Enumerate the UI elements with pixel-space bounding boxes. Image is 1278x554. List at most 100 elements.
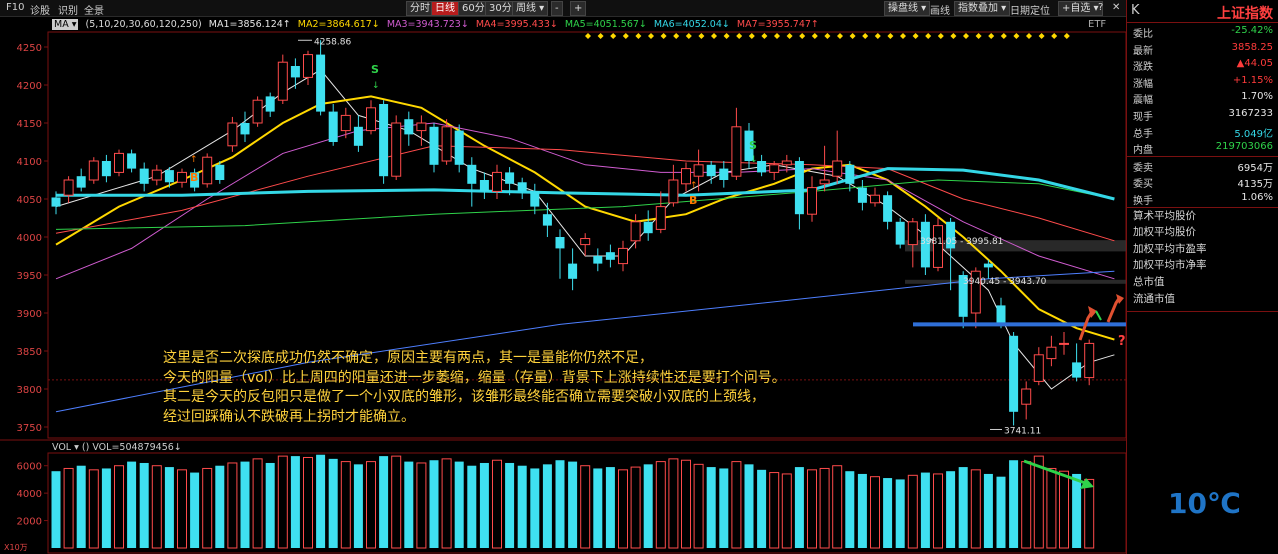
- volume-bar: [517, 465, 527, 548]
- quote-label: 现手: [1133, 111, 1153, 123]
- candle-body: [593, 256, 603, 264]
- volume-bar: [177, 469, 187, 549]
- candle-body: [857, 187, 867, 203]
- note-line: 今天的阳量（vol）比上周四的阳量还进一步萎缩，缩量（存量）背景下上涨持续性还是…: [163, 369, 786, 386]
- down-arrow-icon: [1095, 310, 1102, 321]
- volume-bar: [1059, 470, 1069, 549]
- signal-diamond: [698, 33, 705, 39]
- candle-body: [340, 114, 351, 132]
- volume-bar: [441, 458, 452, 549]
- volume-bar: [429, 460, 439, 548]
- metric-link[interactable]: 算术平均股价: [1127, 208, 1278, 225]
- candle-body: [580, 238, 591, 246]
- price-axis-label: 3900: [17, 309, 42, 320]
- signal-diamond: [673, 33, 680, 39]
- metric-links: 算术平均股价 加权平均股价 加权平均市盈率 加权平均市净率 总市值 流通市值: [1127, 208, 1278, 308]
- volume-bar: [101, 468, 111, 548]
- buy-signal-mark: B: [689, 194, 697, 207]
- candle-body: [781, 160, 792, 166]
- candle-body: [479, 180, 489, 192]
- metric-link[interactable]: 加权平均市盈率: [1127, 241, 1278, 258]
- price-axis-label: 3950: [17, 271, 42, 282]
- volume-bar: [946, 471, 956, 548]
- volume-bar: [328, 458, 338, 548]
- volume-bar: [794, 467, 804, 548]
- high-price-label: 4258.86: [314, 37, 351, 47]
- candle-body: [429, 126, 439, 165]
- signal-diamond: [887, 33, 894, 39]
- candle-body: [794, 161, 804, 215]
- volume-bar: [190, 472, 200, 548]
- volume-bar: [479, 462, 489, 548]
- volume-bar: [870, 476, 880, 549]
- candle-body: [379, 104, 389, 177]
- candle-body: [719, 168, 729, 180]
- quote-value: ▲44.05: [1236, 58, 1273, 70]
- sell-signal-mark: S: [749, 139, 757, 152]
- volume-bar: [303, 456, 313, 549]
- candle-body: [353, 126, 363, 146]
- signal-diamond: [761, 33, 768, 39]
- volume-bar: [114, 465, 124, 549]
- candle-body: [441, 126, 452, 162]
- candle-body: [303, 54, 313, 78]
- volume-bar: [505, 462, 515, 548]
- candle-body: [883, 195, 893, 222]
- candle-body: [151, 169, 162, 181]
- volume-bar: [618, 469, 628, 549]
- candle-body: [870, 194, 880, 204]
- price-axis-label: 4100: [17, 157, 42, 168]
- volume-bar: [1084, 478, 1095, 549]
- candle-body: [164, 170, 174, 183]
- analysis-note: 这里是否二次探底成功仍然不确定，原因主要有两点，其一是量能你仍然不足， 今天的阳…: [163, 349, 786, 427]
- signal-diamond: [622, 33, 629, 39]
- volume-bar: [139, 462, 149, 548]
- signal-diamond: [723, 33, 730, 39]
- quote-label: 涨幅: [1133, 78, 1153, 90]
- volume-bar: [454, 461, 464, 548]
- candle-body: [530, 191, 540, 207]
- volume-bar: [555, 460, 565, 548]
- candle-body: [202, 156, 213, 185]
- volume-bar: [1009, 460, 1019, 548]
- candle-body: [1046, 346, 1057, 360]
- kline-toggle-icon[interactable]: K: [1131, 3, 1140, 18]
- volume-bar: [693, 463, 704, 549]
- volume-bar: [340, 461, 351, 549]
- range-label: 3940.45 - 3943.70: [963, 277, 1047, 287]
- volume-bar: [731, 461, 742, 549]
- volume-bar: [252, 458, 263, 549]
- volume-bar: [215, 465, 225, 548]
- note-line: 经过回踩确认不跌破再上拐时才能确立。: [163, 408, 415, 425]
- signal-diamond: [874, 33, 881, 39]
- candle-body: [1084, 342, 1095, 379]
- volume-bar: [643, 464, 653, 548]
- volume-bar: [744, 464, 754, 548]
- kline-chart[interactable]: 4250 4200 4150 4100 4050 4000 3950 3900 3850 3800…: [0, 0, 1126, 554]
- candle-body: [630, 221, 641, 242]
- volume-bar: [530, 468, 540, 548]
- quote-value: 1.70%: [1241, 91, 1273, 103]
- volume-bar: [227, 462, 238, 549]
- candle-body: [1009, 335, 1019, 412]
- volume-bar: [706, 467, 716, 548]
- volume-header: VOL ▾ () VOL=504879456↓: [52, 442, 182, 453]
- volume-bar: [630, 466, 641, 549]
- candle-body: [492, 171, 502, 192]
- quote-row: 委比 -25.42%: [1127, 23, 1278, 40]
- volume-unit-label: X10万: [4, 543, 28, 552]
- price-axis-label: 4200: [17, 81, 42, 92]
- quote-value: 3858.25: [1231, 41, 1273, 53]
- volume-bar: [970, 469, 981, 549]
- candle-body: [769, 164, 780, 173]
- quote-value: 219703066: [1215, 141, 1273, 153]
- metric-link[interactable]: 流通市值: [1127, 291, 1278, 308]
- volume-bar: [757, 469, 767, 548]
- metric-link[interactable]: 加权平均股价: [1127, 224, 1278, 241]
- candle-body: [907, 221, 918, 246]
- metric-link[interactable]: 总市值: [1127, 274, 1278, 291]
- note-line: 这里是否二次探底成功仍然不确定，原因主要有两点，其一是量能你仍然不足，: [163, 350, 653, 366]
- metric-link[interactable]: 加权平均市净率: [1127, 257, 1278, 274]
- volume-bar: [681, 459, 691, 549]
- volume-bar: [151, 465, 162, 549]
